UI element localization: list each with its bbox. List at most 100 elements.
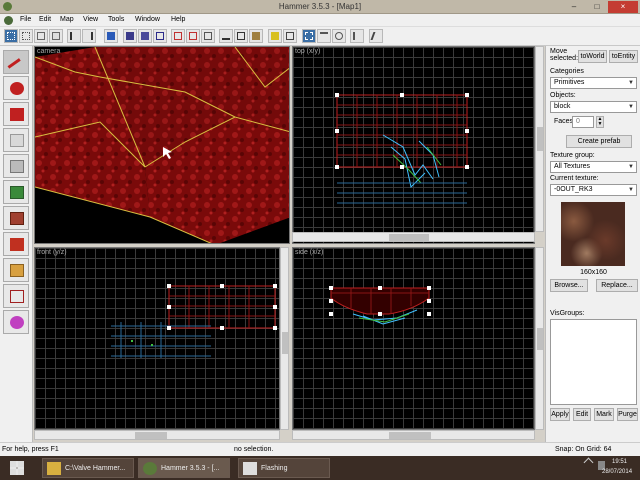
taskbar: C:\Valve Hammer... Hammer 3.5.3 - [... F… [0,456,640,480]
texture-apply-icon[interactable] [268,29,282,43]
flip-icon[interactable] [350,29,364,43]
redo-icon[interactable] [82,29,96,43]
grid-larger-icon[interactable] [49,29,63,43]
folder-icon [47,462,61,475]
window-title: Hammer 3.5.3 - [Map1] [278,2,362,11]
tray-chevron-icon[interactable] [583,457,594,468]
paste-icon[interactable] [249,29,263,43]
hide-helpers-icon[interactable] [283,29,297,43]
menu-file[interactable]: File [20,16,31,23]
clip-tool-icon[interactable] [3,258,29,282]
ungroup-icon[interactable] [153,29,167,43]
side-horizontal-scrollbar[interactable] [292,430,535,440]
copy-icon[interactable] [234,29,248,43]
block-tool-icon[interactable] [3,154,29,178]
run-map-icon[interactable] [369,29,383,43]
categories-value: Primitives [554,79,585,86]
pointer-tool-icon[interactable] [3,50,29,77]
texture-lock-icon[interactable] [104,29,118,43]
menu-edit[interactable]: Edit [39,16,51,23]
carve-icon[interactable] [171,29,185,43]
magnify-tool-icon[interactable] [3,76,29,100]
to-world-button[interactable]: toWorld [578,50,607,63]
menu-bar: File Edit Map View Tools Window Help [0,14,640,27]
grid-smaller-icon[interactable] [34,29,48,43]
menu-view[interactable]: View [83,16,98,23]
taskbar-item-flashing[interactable]: Flashing [238,458,330,478]
camera-viewport[interactable]: camera [34,46,290,244]
create-prefab-button[interactable]: Create prefab [566,135,632,148]
texture-group-select[interactable]: All Textures ▼ [550,161,637,173]
faces-input[interactable]: 0 [572,116,594,128]
snap-status: Snap: On Grid: 64 [555,446,612,453]
select-mode-icon[interactable] [302,29,316,43]
move-selected-label: Move selected: [550,48,579,62]
minimize-button[interactable]: – [562,1,586,13]
grid-3d-icon[interactable] [19,29,33,43]
toolbar [0,27,640,46]
camera-viewport-label: camera [37,48,61,55]
visgroups-list[interactable] [550,319,637,405]
front-vertical-scrollbar[interactable] [280,247,289,430]
top-vertical-scrollbar[interactable] [535,46,544,232]
texture-group-value: All Textures [554,163,591,170]
start-icon[interactable] [10,461,24,475]
apply-texture-icon[interactable] [3,206,29,230]
front-horizontal-scrollbar[interactable] [34,430,280,440]
menu-map[interactable]: Map [60,16,74,23]
current-texture-label: Current texture: [550,175,599,182]
group-icon[interactable] [201,29,215,43]
clock-time: 19:51 [612,459,628,465]
cut-icon[interactable] [219,29,233,43]
decal-tool-icon[interactable] [3,232,29,256]
browse-button[interactable]: Browse... [550,279,588,292]
move-mode-icon[interactable] [317,29,331,43]
camera-tool-icon[interactable] [3,102,29,126]
texture-size-label: 160x160 [580,269,607,276]
path-tool-icon[interactable] [3,310,29,334]
purge-button[interactable]: Purge [617,408,638,421]
side-viewport[interactable]: side (x/z) [292,247,535,430]
faces-spinner[interactable]: ▲ ▼ [596,116,604,128]
menu-help[interactable]: Help [171,16,185,23]
categories-select[interactable]: Primitives ▼ [550,77,637,89]
hide-objects-icon[interactable] [123,29,137,43]
show-objects-icon[interactable] [138,29,152,43]
chevron-down-icon: ▼ [628,80,634,86]
visgroups-label: VisGroups: [550,310,585,317]
taskbar-item-explorer[interactable]: C:\Valve Hammer... [42,458,134,478]
chevron-down-icon: ▼ [628,164,634,170]
grid-toggle-icon[interactable] [4,29,18,43]
chevron-down-icon: ▼ [628,187,634,193]
window-icon [243,462,257,475]
side-wireframe [329,286,431,325]
current-texture-select[interactable]: -0OUT_RK3 ▼ [550,184,637,196]
apply-button[interactable]: Apply [550,408,570,421]
object-panel: Move selected: toWorld toEntity Categori… [545,46,640,442]
menu-tools[interactable]: Tools [108,16,124,23]
texture-tool-icon[interactable] [3,180,29,204]
rotate-mode-icon[interactable] [332,29,346,43]
vertex-tool-icon[interactable] [3,284,29,308]
front-viewport[interactable]: front (y/z) [34,247,280,430]
hollow-icon[interactable] [186,29,200,43]
top-horizontal-scrollbar[interactable] [292,232,535,242]
undo-icon[interactable] [67,29,81,43]
replace-button[interactable]: Replace... [596,279,638,292]
categories-label: Categories [550,68,584,75]
top-viewport[interactable]: top (x/y) [292,46,535,244]
to-entity-button[interactable]: toEntity [609,50,638,63]
objects-label: Objects: [550,92,576,99]
maximize-button[interactable]: □ [586,1,608,13]
close-button[interactable]: × [608,1,638,13]
help-status: For help, press F1 [2,446,59,453]
document-icon [4,16,13,25]
taskbar-item-hammer[interactable]: Hammer 3.5.3 - [... [138,458,230,478]
side-vertical-scrollbar[interactable] [535,247,544,430]
entity-tool-icon[interactable] [3,128,29,152]
texture-preview [561,202,625,266]
objects-select[interactable]: block ▼ [550,101,637,113]
edit-button[interactable]: Edit [573,408,591,421]
mark-button[interactable]: Mark [594,408,614,421]
menu-window[interactable]: Window [135,16,160,23]
